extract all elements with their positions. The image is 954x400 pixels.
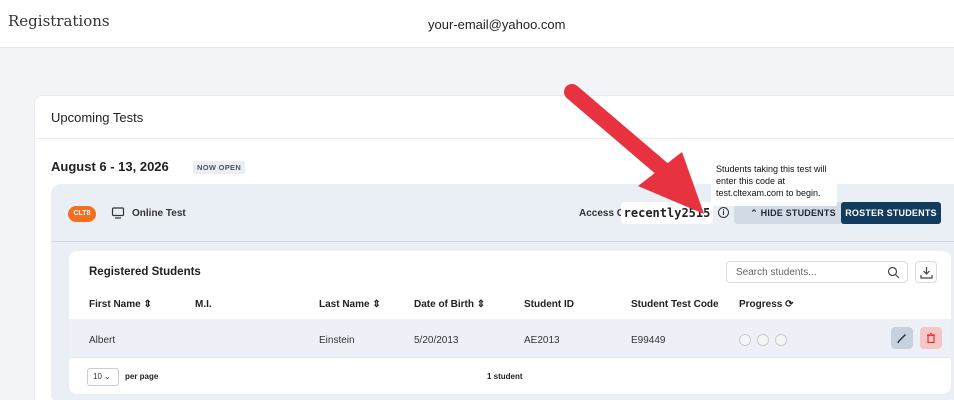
top-bar: Registrations your-email@yahoo.com — [0, 0, 954, 48]
edit-button[interactable] — [891, 327, 913, 349]
pencil-icon — [897, 333, 907, 344]
user-email[interactable]: your-email@yahoo.com — [428, 17, 565, 32]
divider — [35, 138, 954, 139]
cell-test-code: E99449 — [631, 335, 666, 346]
col-student-id: Student ID — [524, 299, 574, 310]
red-arrow-annotation — [564, 84, 704, 214]
col-dob[interactable]: Date of Birth ⇕ — [414, 299, 485, 310]
table-title: Registered Students — [89, 266, 201, 278]
col-first-name[interactable]: First Name ⇕ — [89, 299, 152, 310]
cell-student-id: AE2013 — [524, 335, 560, 346]
access-code-tooltip: Students taking this test will enter thi… — [711, 160, 837, 206]
col-progress[interactable]: Progress ⟳ — [739, 299, 794, 310]
download-button[interactable] — [915, 261, 937, 283]
chevron-up-icon: ⌃ — [750, 208, 758, 218]
col-mi: M.I. — [195, 299, 212, 310]
cell-dob: 5/20/2013 — [414, 335, 459, 346]
table-row — [69, 319, 951, 357]
test-date-range: August 6 - 13, 2026 — [51, 159, 169, 174]
card-title: Upcoming Tests — [51, 110, 144, 125]
progress-step-2 — [757, 334, 769, 346]
upcoming-tests-card: Upcoming Tests August 6 - 13, 2026 NOW O… — [34, 95, 954, 400]
registered-students-table: Registered Students Search students... F… — [69, 251, 951, 394]
divider — [69, 357, 951, 358]
status-badge: NOW OPEN — [193, 161, 246, 174]
sort-icon: ⇕ — [143, 299, 152, 310]
test-type-badge: CLT8 — [68, 206, 96, 222]
roster-students-button[interactable]: ROSTER STUDENTS — [841, 202, 941, 224]
test-mode-label: Online Test — [132, 208, 186, 219]
cell-last-name: Einstein — [319, 335, 355, 346]
download-icon — [920, 267, 933, 279]
hide-students-label: HIDE STUDENTS — [760, 208, 836, 218]
progress-step-1 — [739, 334, 751, 346]
per-page-label: per page — [125, 372, 159, 381]
per-page-select[interactable]: 10 ⌄ — [87, 368, 119, 386]
test-panel: CLT8 Online Test Access Code: recently25… — [51, 184, 954, 400]
search-icon — [887, 266, 900, 279]
col-test-code: Student Test Code — [631, 299, 719, 310]
student-count: 1 student — [487, 372, 523, 381]
sort-icon: ⇕ — [476, 299, 486, 310]
monitor-icon — [111, 207, 125, 219]
app-title: Registrations — [8, 12, 110, 30]
cell-first-name: Albert — [89, 335, 116, 346]
refresh-icon[interactable]: ⟳ — [785, 299, 793, 310]
sort-icon: ⇕ — [372, 299, 381, 310]
col-last-name[interactable]: Last Name ⇕ — [319, 299, 381, 310]
chevron-down-icon: ⌄ — [104, 372, 111, 381]
trash-icon — [927, 332, 935, 344]
search-placeholder: Search students... — [736, 267, 817, 278]
progress-step-3 — [775, 334, 787, 346]
search-input[interactable]: Search students... — [726, 261, 908, 283]
delete-button[interactable] — [920, 327, 942, 349]
